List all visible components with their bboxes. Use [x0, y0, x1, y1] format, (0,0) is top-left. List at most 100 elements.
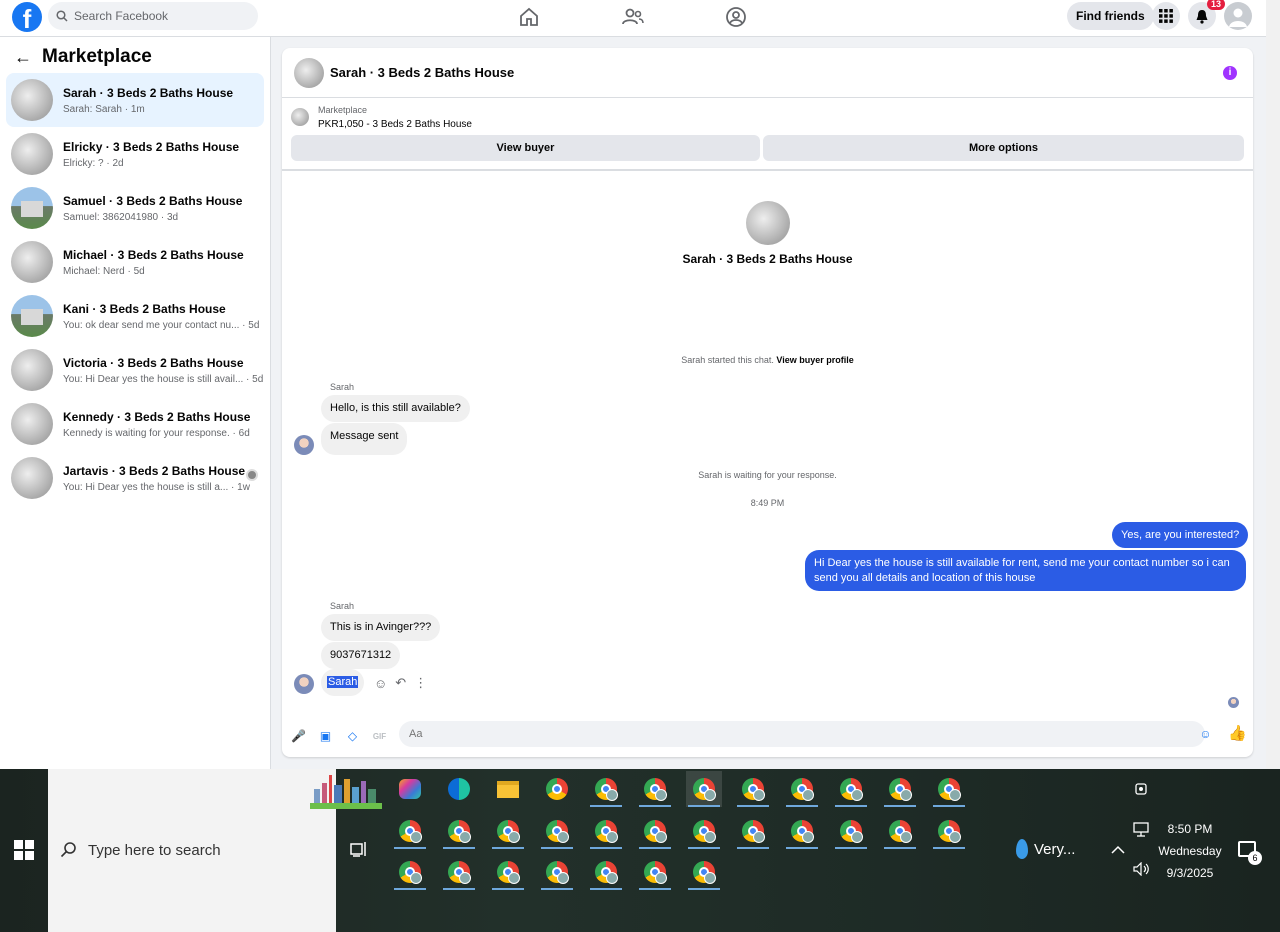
gif-icon[interactable]: GIF [372, 729, 387, 744]
volume-icon[interactable] [1133, 862, 1151, 876]
sticker-icon[interactable]: ◇ [345, 729, 360, 744]
chrome-profile-icon[interactable] [490, 854, 526, 890]
taskbar-search[interactable]: Type here to search [48, 769, 382, 932]
incoming-message[interactable]: Sarah [321, 669, 365, 696]
conversation-item[interactable]: Jartavis · 3 Beds 2 Baths House You: Hi D… [6, 451, 264, 505]
sender-name: Sarah [330, 382, 355, 392]
edge-app-icon[interactable] [441, 771, 477, 807]
incoming-message[interactable]: This is in Avinger??? [321, 614, 441, 641]
chrome-profile-icon[interactable] [735, 813, 771, 849]
task-view-icon[interactable] [350, 841, 368, 857]
chevron-up-icon[interactable] [1111, 845, 1125, 855]
more-options-button[interactable]: More options [763, 135, 1244, 161]
chrome-profile-icon[interactable] [833, 771, 869, 807]
conversation-item[interactable]: Michael · 3 Beds 2 Baths House Michael: N… [6, 235, 264, 289]
message-input[interactable] [399, 721, 1205, 747]
conversation-preview: You: Hi Dear yes the house is still a...… [63, 481, 250, 493]
weather-widget[interactable]: Very... [1016, 839, 1075, 859]
chrome-profile-icon[interactable] [686, 854, 722, 890]
chrome-profile-icon[interactable] [931, 813, 967, 849]
back-arrow-icon[interactable]: ← [14, 47, 32, 68]
chrome-profile-icon[interactable] [392, 813, 428, 849]
selected-message-text: Sarah [327, 676, 359, 688]
conversation-item[interactable]: Victoria · 3 Beds 2 Baths House You: Hi D… [6, 343, 264, 397]
conversation-item[interactable]: Samuel · 3 Beds 2 Baths House Samuel: 386… [6, 181, 264, 235]
reply-icon[interactable]: ↶ [395, 675, 406, 691]
buyer-avatar[interactable] [746, 201, 790, 245]
conversation-item[interactable]: Elricky · 3 Beds 2 Baths House Elricky: ?… [6, 127, 264, 181]
chrome-profile-icon[interactable] [882, 771, 918, 807]
listing-thumbnail [11, 241, 53, 283]
copilot-app-icon[interactable] [392, 771, 428, 807]
info-icon[interactable]: i [1223, 66, 1237, 80]
chrome-profile-icon[interactable] [588, 854, 624, 890]
sender-avatar[interactable] [294, 435, 314, 455]
account-avatar[interactable] [1224, 2, 1252, 30]
chrome-profile-icon[interactable] [539, 854, 575, 890]
conversation-title: Victoria · 3 Beds 2 Baths House [63, 355, 244, 370]
view-buyer-button[interactable]: View buyer [291, 135, 760, 161]
microphone-icon[interactable]: 🎤 [291, 729, 306, 744]
chrome-profile-icon[interactable] [833, 813, 869, 849]
clock-time[interactable]: 8:50 PM [1156, 822, 1224, 836]
listing-price[interactable]: PKR1,050 - 3 Beds 2 Baths House [318, 119, 472, 130]
message-composer: 🎤 ▣ ◇ GIF ☺ 👍 [282, 721, 1253, 751]
chrome-profile-icon[interactable] [882, 813, 918, 849]
chrome-profile-icon[interactable] [637, 813, 673, 849]
menu-grid-button[interactable] [1152, 2, 1180, 30]
read-receipt-avatar [1228, 697, 1239, 708]
clock-date[interactable]: 9/3/2025 [1156, 866, 1224, 880]
chrome-profile-icon[interactable] [539, 813, 575, 849]
chrome-profile-icon[interactable] [490, 813, 526, 849]
listing-thumbnail [11, 295, 53, 337]
find-friends-button[interactable]: Find friends [1067, 2, 1154, 30]
meet-now-icon[interactable] [1134, 781, 1150, 797]
chrome-profile-icon[interactable] [686, 771, 722, 807]
outgoing-message[interactable]: Hi Dear yes the house is still available… [805, 550, 1246, 591]
listing-thumbnail [11, 187, 53, 229]
chrome-profile-icon[interactable] [931, 771, 967, 807]
listing-thumbnail [11, 403, 53, 445]
friends-icon[interactable] [621, 5, 645, 29]
chrome-app-icon[interactable] [539, 771, 575, 807]
chrome-profile-icon[interactable] [441, 813, 477, 849]
home-icon[interactable] [517, 5, 541, 29]
chat-started-text: Sarah started this chat. [681, 355, 774, 365]
chrome-profile-icon[interactable] [784, 771, 820, 807]
incoming-message[interactable]: 9037671312 [321, 642, 401, 669]
outgoing-message[interactable]: Yes, are you interested? [1112, 522, 1249, 548]
chrome-profile-icon[interactable] [392, 854, 428, 890]
chrome-profile-icon[interactable] [441, 854, 477, 890]
conversation-item[interactable]: Sarah · 3 Beds 2 Baths House Sarah: Sarah… [6, 73, 264, 127]
page-scrollbar[interactable] [1266, 0, 1280, 769]
rain-drop-icon [1016, 839, 1028, 859]
emoji-icon[interactable]: ☺ [1198, 727, 1213, 742]
chat-panel: Sarah · 3 Beds 2 Baths House i Marketpla… [282, 48, 1253, 757]
search-box[interactable]: Search Facebook [48, 2, 258, 30]
incoming-message[interactable]: Message sent [321, 423, 408, 455]
facebook-logo-icon[interactable]: f [12, 2, 42, 32]
profile-circle-icon[interactable] [724, 5, 748, 29]
conversation-item[interactable]: Kani · 3 Beds 2 Baths House You: ok dear … [6, 289, 264, 343]
chrome-profile-icon[interactable] [588, 813, 624, 849]
photo-icon[interactable]: ▣ [318, 729, 333, 744]
chrome-profile-icon[interactable] [735, 771, 771, 807]
incoming-message[interactable]: Hello, is this still available? [321, 395, 470, 422]
like-thumb-icon[interactable]: 👍 [1228, 726, 1247, 741]
clock-day[interactable]: Wednesday [1156, 844, 1224, 858]
chrome-profile-icon[interactable] [637, 854, 673, 890]
chrome-profile-icon[interactable] [784, 813, 820, 849]
more-actions-icon[interactable]: ⋮ [414, 675, 427, 691]
waiting-notice: Sarah is waiting for your response. [698, 470, 837, 480]
view-buyer-profile-link[interactable]: View buyer profile [776, 355, 853, 365]
seen-avatar [246, 469, 258, 481]
network-icon[interactable] [1133, 822, 1151, 838]
chrome-profile-icon[interactable] [637, 771, 673, 807]
chrome-profile-icon[interactable] [588, 771, 624, 807]
chrome-profile-icon[interactable] [686, 813, 722, 849]
conversation-item[interactable]: Kennedy · 3 Beds 2 Baths House Kennedy is… [6, 397, 264, 451]
windows-start-icon[interactable] [14, 840, 34, 860]
emoji-react-icon[interactable]: ☺ [374, 676, 387, 691]
file-explorer-icon[interactable] [490, 771, 526, 807]
sender-avatar[interactable] [294, 674, 314, 694]
